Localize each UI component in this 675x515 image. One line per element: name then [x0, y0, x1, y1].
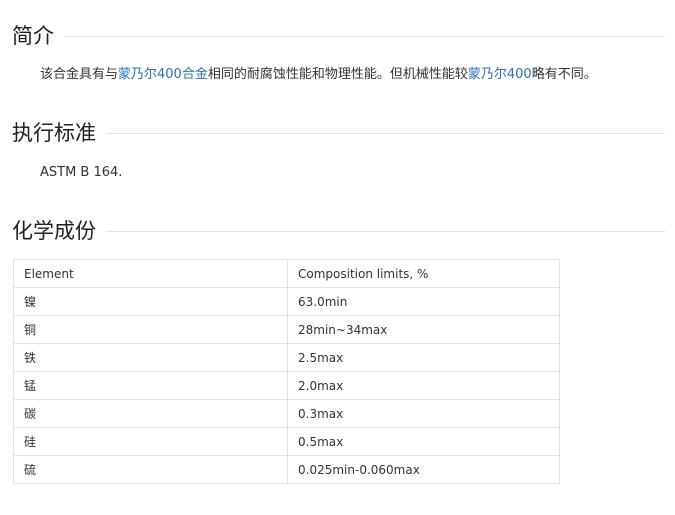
standard-paragraph: ASTM B 164. [40, 165, 123, 180]
table-row: 硅 0.5max [13, 427, 560, 456]
composition-heading: 化学成份 [12, 216, 665, 246]
intro-heading-rule [64, 35, 665, 37]
intro-text-1: 该合金具有与 [40, 67, 119, 82]
header-element: Element [13, 259, 288, 288]
standard-heading-rule [106, 132, 665, 134]
table-header-row: Element Composition limits, % [13, 259, 560, 288]
table-row: 铁 2.5max [13, 343, 560, 372]
limit-cell: 0.5max [287, 427, 560, 456]
element-cell: 镍 [13, 287, 288, 316]
intro-text-2: 相同的耐腐蚀性能和物理性能。但机械性能较 [207, 67, 468, 82]
limit-cell: 0.3max [287, 399, 560, 428]
table-row: 锰 2.0max [13, 371, 560, 400]
element-cell: 铜 [13, 315, 288, 344]
limit-cell: 28min~34max [287, 315, 560, 344]
composition-heading-title: 化学成份 [12, 219, 96, 243]
element-cell: 锰 [13, 371, 288, 400]
limit-cell: 63.0min [287, 287, 560, 316]
element-cell: 铁 [13, 343, 288, 372]
composition-table: Element Composition limits, % 镍 63.0min … [13, 259, 560, 484]
table-row: 碳 0.3max [13, 399, 560, 428]
standard-heading: 执行标准 [12, 118, 665, 148]
monel-400-alloy-link[interactable]: 蒙乃尔400合金 [118, 67, 208, 82]
element-cell: 硫 [13, 455, 288, 484]
intro-heading: 简介 [12, 21, 665, 51]
limit-cell: 0.025min-0.060max [287, 455, 560, 484]
table-row: 镍 63.0min [13, 287, 560, 316]
intro-paragraph: 该合金具有与蒙乃尔400合金相同的耐腐蚀性能和物理性能。但机械性能较蒙乃尔400… [40, 65, 665, 85]
table-row: 铜 28min~34max [13, 315, 560, 344]
intro-heading-title: 简介 [12, 24, 54, 48]
limit-cell: 2.0max [287, 371, 560, 400]
monel-400-link[interactable]: 蒙乃尔400 [468, 67, 532, 82]
element-cell: 硅 [13, 427, 288, 456]
header-composition-limits: Composition limits, % [287, 259, 560, 288]
element-cell: 碳 [13, 399, 288, 428]
limit-cell: 2.5max [287, 343, 560, 372]
table-row: 硫 0.025min-0.060max [13, 455, 560, 484]
standard-heading-title: 执行标准 [12, 121, 96, 145]
intro-text-3: 略有不同。 [531, 67, 597, 82]
composition-heading-rule [106, 230, 665, 232]
